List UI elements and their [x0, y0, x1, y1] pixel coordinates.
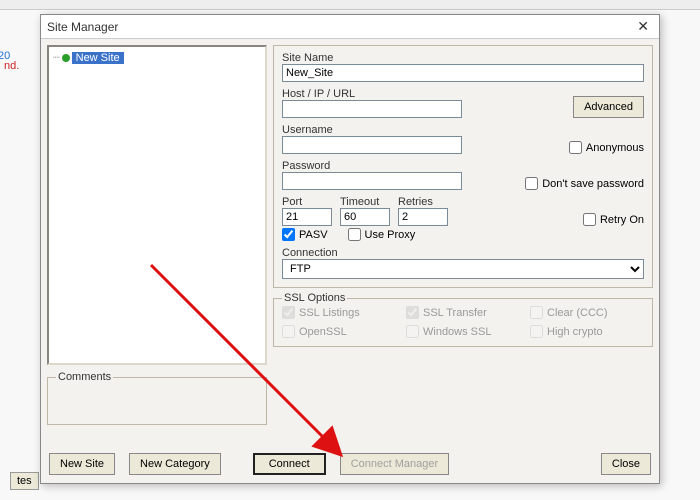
host-label: Host / IP / URL: [282, 88, 565, 100]
ssl-clear-checkbox: Clear (CCC): [530, 306, 644, 319]
site-form: Site Name Host / IP / URL Advanced Usern…: [273, 45, 653, 288]
site-manager-dialog: Site Manager ✕ ┈ New Site Comments Site …: [40, 14, 660, 484]
ssl-transfer-input: [406, 306, 419, 319]
connection-label: Connection: [282, 247, 644, 259]
ssl-listings-input: [282, 306, 295, 319]
windows-ssl-checkbox: Windows SSL: [406, 325, 520, 338]
dont-save-password-label: Don't save password: [542, 178, 644, 190]
tree-item-label: New Site: [72, 52, 124, 64]
retries-label: Retries: [398, 196, 448, 208]
openssl-checkbox: OpenSSL: [282, 325, 396, 338]
high-crypto-checkbox: High crypto: [530, 325, 644, 338]
ssl-transfer-label: SSL Transfer: [423, 307, 487, 319]
tree-connector: ┈: [53, 51, 60, 64]
port-input[interactable]: [282, 208, 332, 226]
new-category-button[interactable]: New Category: [129, 453, 221, 475]
retry-on-checkbox[interactable]: Retry On: [583, 213, 644, 226]
bg-text: nd.: [4, 60, 19, 72]
ssl-options-fieldset: SSL Options SSL Listings SSL Transfer Cl…: [273, 292, 653, 347]
anonymous-checkbox-input[interactable]: [569, 141, 582, 154]
timeout-input[interactable]: [340, 208, 390, 226]
high-crypto-input: [530, 325, 543, 338]
connection-select[interactable]: FTP: [282, 259, 644, 279]
titlebar: Site Manager ✕: [41, 15, 659, 39]
advanced-button[interactable]: Advanced: [573, 96, 644, 118]
retry-on-input[interactable]: [583, 213, 596, 226]
site-tree[interactable]: ┈ New Site: [47, 45, 267, 365]
username-input[interactable]: [282, 136, 462, 154]
site-name-input[interactable]: [282, 64, 644, 82]
ssl-options-label: SSL Options: [282, 292, 347, 304]
username-label: Username: [282, 124, 561, 136]
tree-item[interactable]: ┈ New Site: [53, 51, 124, 64]
use-proxy-input[interactable]: [348, 228, 361, 241]
comments-fieldset: Comments: [47, 371, 267, 425]
high-crypto-label: High crypto: [547, 326, 603, 338]
host-input[interactable]: [282, 100, 462, 118]
ssl-listings-label: SSL Listings: [299, 307, 360, 319]
pasv-checkbox[interactable]: PASV: [282, 228, 328, 241]
site-status-icon: [62, 54, 70, 62]
dont-save-password-input[interactable]: [525, 177, 538, 190]
windows-ssl-label: Windows SSL: [423, 326, 491, 338]
windows-ssl-input: [406, 325, 419, 338]
ssl-clear-label: Clear (CCC): [547, 307, 608, 319]
close-icon[interactable]: ✕: [633, 18, 653, 35]
password-input[interactable]: [282, 172, 462, 190]
window-title: Site Manager: [47, 20, 118, 34]
use-proxy-checkbox[interactable]: Use Proxy: [348, 228, 416, 241]
close-button[interactable]: Close: [601, 453, 651, 475]
bg-button: tes: [10, 472, 39, 490]
anonymous-label: Anonymous: [586, 142, 644, 154]
retries-input[interactable]: [398, 208, 448, 226]
openssl-input: [282, 325, 295, 338]
anonymous-checkbox[interactable]: Anonymous: [569, 141, 644, 154]
connect-button[interactable]: Connect: [253, 453, 326, 475]
dont-save-password-checkbox[interactable]: Don't save password: [525, 177, 644, 190]
site-name-label: Site Name: [282, 52, 644, 64]
password-label: Password: [282, 160, 517, 172]
port-label: Port: [282, 196, 332, 208]
pasv-label: PASV: [299, 229, 328, 241]
new-site-button[interactable]: New Site: [49, 453, 115, 475]
ssl-listings-checkbox: SSL Listings: [282, 306, 396, 319]
openssl-label: OpenSSL: [299, 326, 347, 338]
use-proxy-label: Use Proxy: [365, 229, 416, 241]
connect-manager-button: Connect Manager: [340, 453, 449, 475]
ssl-clear-input: [530, 306, 543, 319]
timeout-label: Timeout: [340, 196, 390, 208]
retry-on-label: Retry On: [600, 214, 644, 226]
comments-label: Comments: [56, 371, 113, 383]
pasv-input[interactable]: [282, 228, 295, 241]
ssl-transfer-checkbox: SSL Transfer: [406, 306, 520, 319]
